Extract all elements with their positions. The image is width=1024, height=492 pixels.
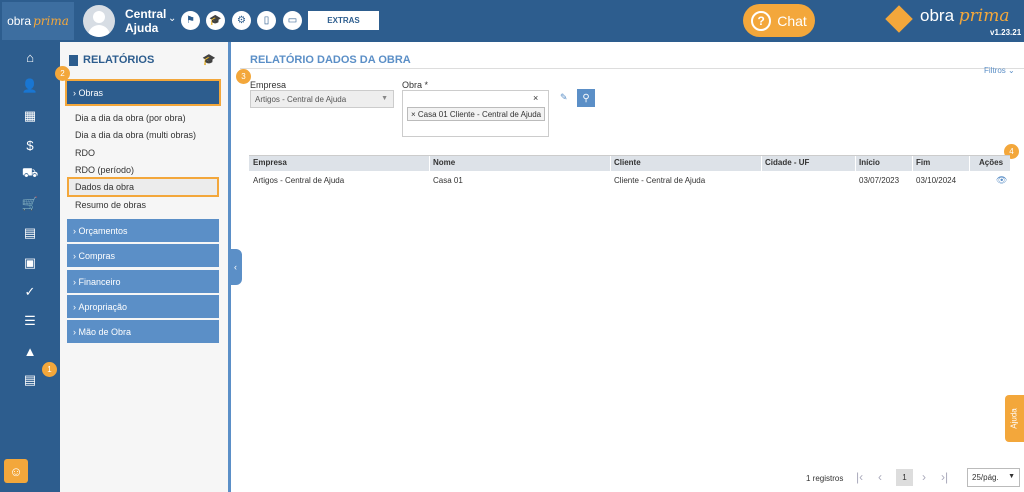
col-empresa[interactable]: Empresa	[253, 158, 287, 167]
filters-toggle[interactable]: Filtros ⌄	[984, 66, 1015, 75]
invoice-icon[interactable]: $	[20, 135, 40, 155]
col-inicio[interactable]: Início	[859, 158, 880, 167]
extras-button[interactable]: EXTRAS	[308, 11, 379, 30]
sidebar-item-resumo-de-obras[interactable]: Resumo de obras	[75, 200, 146, 210]
record-count: 1 registros	[806, 474, 844, 483]
view-eye-icon[interactable]: 👁	[996, 175, 1007, 186]
page-title: RELATÓRIO DADOS DA OBRA	[250, 54, 411, 66]
prev-page-icon[interactable]: ‹	[878, 470, 882, 484]
chevron-down-icon[interactable]: ⌄	[168, 13, 176, 24]
section-orcamentos[interactable]: › Orçamentos	[67, 219, 219, 242]
col-cidade-uf[interactable]: Cidade - UF	[765, 158, 809, 167]
calculator-icon[interactable]: ▤	[20, 223, 40, 243]
reports-sidebar	[60, 42, 228, 492]
help-tab[interactable]: Ajuda	[1005, 395, 1024, 442]
chatbot-icon[interactable]: ☺	[4, 459, 28, 483]
document-icon	[69, 54, 78, 66]
graduation-cap-icon[interactable]: 🎓	[206, 11, 225, 30]
empresa-label: Empresa	[250, 80, 287, 90]
user-name[interactable]: Central Ajuda	[125, 7, 166, 35]
cell-empresa: Artigos - Central de Ajuda	[253, 176, 345, 185]
search-button[interactable]: ⚲	[577, 89, 595, 107]
section-financeiro[interactable]: › Financeiro	[67, 270, 219, 293]
app-logo[interactable]: obra prima	[2, 2, 74, 40]
sidebar-item-dados-da-obra[interactable]: Dados da obra	[75, 182, 134, 192]
section-apropriacao[interactable]: › Apropriação	[67, 295, 219, 318]
flag-icon[interactable]: ⚑	[181, 11, 200, 30]
version-label: v1.23.21	[990, 28, 1022, 37]
report-icon[interactable]: ▤	[20, 370, 40, 390]
cell-fim: 03/10/2024	[916, 176, 957, 185]
section-mao-de-obra[interactable]: › Mão de Obra	[67, 320, 219, 343]
tutorial-badge-1: 1	[42, 362, 57, 377]
col-cliente[interactable]: Cliente	[614, 158, 641, 167]
table-header: Empresa Nome Cliente Cidade - UF Início …	[249, 155, 1010, 172]
question-icon: ?	[751, 10, 772, 31]
sidebar-title: RELATÓRIOS	[69, 54, 154, 66]
avatar[interactable]	[83, 5, 115, 37]
building-icon[interactable]: ▦	[20, 106, 40, 126]
section-compras[interactable]: › Compras	[67, 244, 219, 267]
section-obras[interactable]: › Obras	[65, 79, 221, 106]
tutorial-badge-2: 2	[55, 66, 70, 81]
monitor-icon[interactable]: ▭	[283, 11, 302, 30]
cell-cliente: Cliente - Central de Ajuda	[614, 176, 706, 185]
graduation-cap-icon[interactable]: 🎓	[202, 53, 216, 66]
sidebar-item-dia-a-dia-por-obra[interactable]: Dia a dia da obra (por obra)	[75, 113, 186, 123]
sidebar-item-rdo[interactable]: RDO	[75, 148, 95, 158]
last-page-icon[interactable]: ›|	[941, 470, 948, 484]
gear-icon[interactable]: ⚙	[232, 11, 251, 30]
obra-tag[interactable]: × Casa 01 Cliente - Central de Ajuda	[407, 107, 546, 121]
chat-button[interactable]: ? Chat	[743, 4, 815, 37]
brand-logo: obra prima	[920, 6, 1010, 26]
col-nome[interactable]: Nome	[433, 158, 455, 167]
current-page[interactable]: 1	[896, 469, 913, 486]
checklist-icon[interactable]: ☰	[20, 311, 40, 331]
next-page-icon[interactable]: ›	[922, 470, 926, 484]
cell-nome: Casa 01	[433, 176, 463, 185]
collapse-sidebar-button[interactable]: ‹	[229, 249, 242, 285]
title-divider	[240, 68, 1024, 69]
chart-icon[interactable]: ▲	[20, 341, 40, 361]
tutorial-badge-3: 3	[236, 69, 251, 84]
user-icon[interactable]: 👤	[20, 76, 40, 96]
empresa-select[interactable]: Artigos - Central de Ajuda ▼	[250, 90, 394, 108]
obra-label: Obra *	[402, 80, 429, 90]
obra-multiselect[interactable]: × Casa 01 Cliente - Central de Ajuda	[402, 90, 549, 137]
eraser-icon[interactable]: ✎	[560, 92, 568, 103]
home-icon[interactable]: ⌂	[20, 47, 40, 67]
cell-inicio: 03/07/2023	[859, 176, 900, 185]
document-check-icon[interactable]: ✓	[20, 282, 40, 302]
clear-obra-icon[interactable]: ×	[533, 93, 538, 103]
col-acoes: Ações	[979, 158, 1004, 167]
mobile-icon[interactable]: ▯	[257, 11, 276, 30]
boxes-icon[interactable]: ▣	[20, 253, 40, 273]
col-fim[interactable]: Fim	[916, 158, 930, 167]
per-page-select[interactable]: 25/pág. ▼	[967, 468, 1020, 487]
cart-icon[interactable]: 🛒	[20, 194, 40, 214]
first-page-icon[interactable]: |‹	[856, 470, 863, 484]
sidebar-item-dia-a-dia-multi[interactable]: Dia a dia da obra (multi obras)	[75, 130, 196, 140]
truck-icon[interactable]: ⛟	[20, 164, 40, 184]
sidebar-item-rdo-periodo[interactable]: RDO (período)	[75, 165, 134, 175]
